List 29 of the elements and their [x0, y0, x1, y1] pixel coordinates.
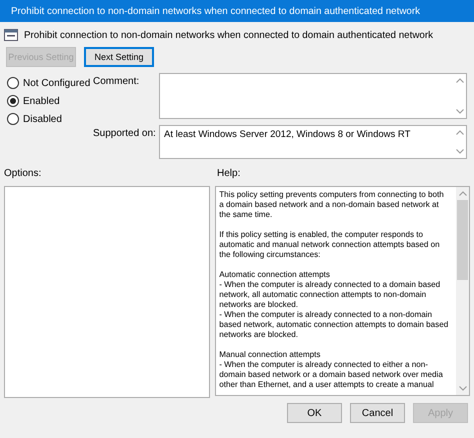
scroll-up-icon[interactable]: [458, 191, 466, 196]
window-title: Prohibit connection to non-domain networks when connected to domain authenticated network: [11, 6, 420, 16]
options-label: Options:: [4, 168, 42, 181]
comment-label: Comment:: [93, 75, 140, 89]
ok-button[interactable]: OK: [287, 403, 342, 423]
supported-on-label: Supported on:: [93, 127, 157, 141]
radio-button[interactable]: [7, 77, 19, 89]
help-paragraph: Manual connection attempts - When the computer is already connected to either a non- domain based network or a domain based network over media other than Ethernet, and a user attempts to create a manual: [219, 350, 444, 390]
scrollbar[interactable]: [456, 187, 469, 395]
scroll-down-icon[interactable]: [456, 109, 464, 114]
comment-field[interactable]: [159, 73, 467, 119]
help-paragraph: If this policy setting is enabled, the computer responds to automatic and manual network connection attempts based on the following circumstances:: [219, 230, 441, 260]
radio-label[interactable]: Not Configured: [23, 78, 90, 88]
scroll-up-icon[interactable]: [456, 78, 464, 83]
radio-label[interactable]: Disabled: [23, 114, 62, 124]
policy-name: Prohibit connection to non-domain networks when connected to domain authenticated network: [24, 30, 434, 40]
supported-on-value: At least Windows Server 2012, Windows 8 or Windows RT: [163, 128, 412, 142]
next-setting-button[interactable]: Next Setting: [84, 47, 154, 67]
scroll-down-icon[interactable]: [458, 386, 466, 391]
radio-button[interactable]: [7, 113, 19, 125]
radio-button[interactable]: [7, 95, 19, 107]
policy-icon: [4, 29, 18, 41]
help-paragraph: Automatic connection attempts - When the computer is already connected to a domain based network, all automatic connection attempts to non-domain networks are blocked. - When the computer is already connected to a non-domain based network, automatic connection attempts to domain based networks are blocked.: [219, 270, 450, 340]
radio-label[interactable]: Enabled: [23, 96, 60, 106]
help-label: Help:: [217, 168, 240, 181]
cancel-button[interactable]: Cancel: [350, 403, 405, 423]
help-paragraph: This policy setting prevents computers from connecting to both a domain based network and a non-domain based network at the same time.: [219, 190, 445, 220]
scroll-down-icon[interactable]: [456, 149, 464, 154]
scroll-up-icon[interactable]: [456, 130, 464, 135]
